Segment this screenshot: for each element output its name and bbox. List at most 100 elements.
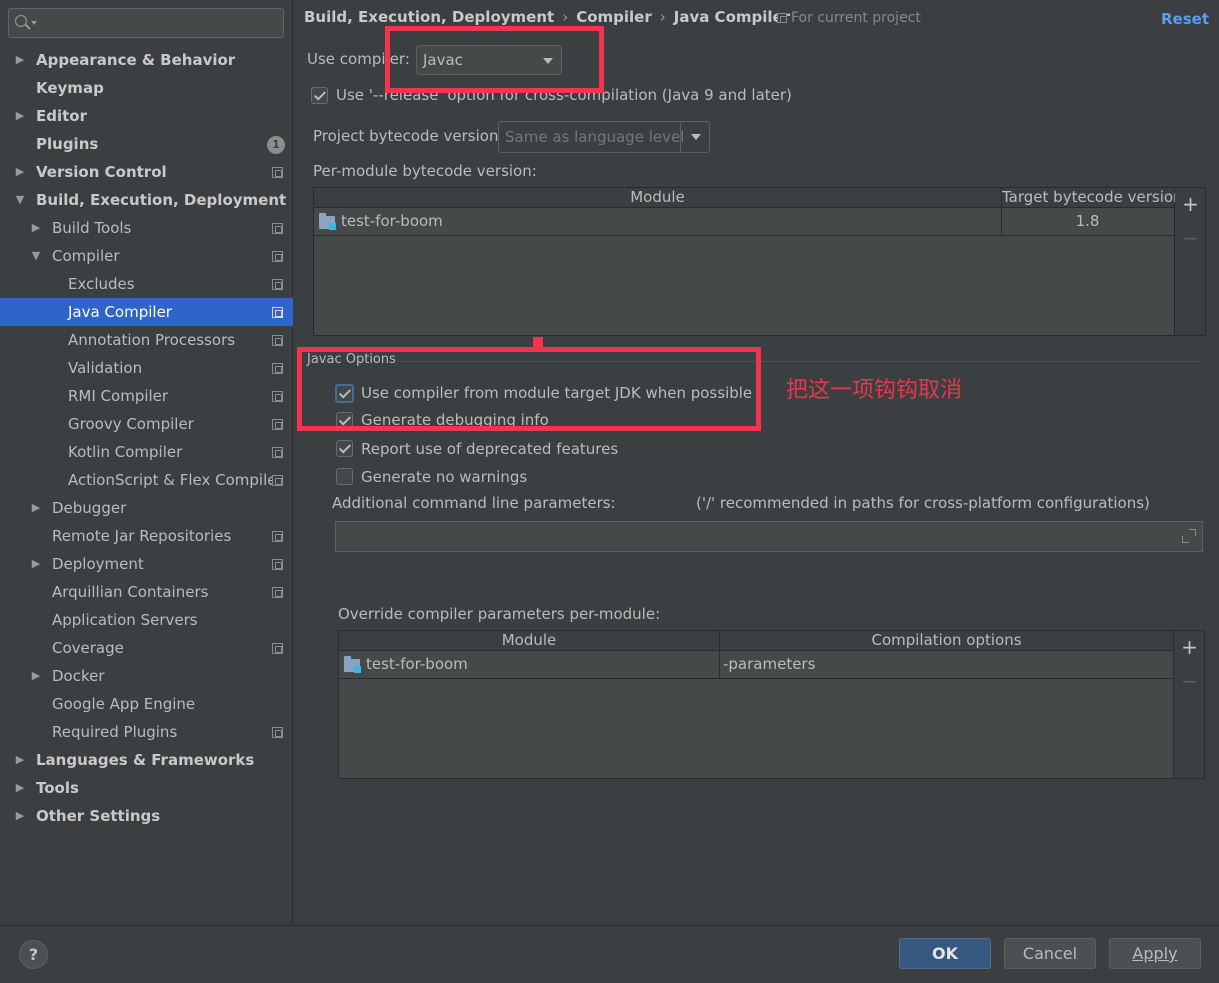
no-warnings-checkbox[interactable] (336, 468, 353, 485)
annotation-note: 把这一项钩钩取消 (786, 378, 963, 403)
expand-arrow-icon[interactable]: ▶ (14, 158, 26, 186)
sidebar-item-languages-frameworks[interactable]: ▶ Languages & Frameworks (0, 746, 293, 774)
add-module-button[interactable]: + (1175, 192, 1206, 216)
use-module-target-jdk-checkbox[interactable] (335, 384, 354, 403)
collapse-arrow-icon[interactable]: ▼ (30, 242, 42, 270)
breadcrumb-item: Build, Execution, Deployment (304, 8, 555, 26)
cancel-button[interactable]: Cancel (1004, 938, 1096, 969)
column-header-target-bytecode[interactable]: Target bytecode version (1001, 188, 1183, 208)
override-params-label: Override compiler parameters per-module: (338, 605, 661, 623)
sidebar-item-google-app-engine[interactable]: Google App Engine (0, 690, 293, 718)
add-override-button[interactable]: + (1174, 635, 1205, 659)
collapse-arrow-icon[interactable]: ▼ (14, 186, 26, 214)
sidebar-item-kotlin-compiler[interactable]: Kotlin Compiler (0, 438, 293, 466)
sidebar-item-editor[interactable]: ▶ Editor (0, 102, 293, 130)
bytecode-version-label: Project bytecode version: (313, 127, 504, 145)
settings-sidebar: ▶ Appearance & Behavior Keymap ▶ Editor … (0, 0, 293, 925)
sidebar-item-keymap[interactable]: Keymap (0, 74, 293, 102)
expand-arrow-icon[interactable]: ▶ (30, 494, 42, 522)
chevron-down-icon (691, 134, 701, 140)
project-scope-icon (272, 559, 283, 570)
annotation-connector (533, 337, 543, 351)
sidebar-item-other-settings[interactable]: ▶ Other Settings (0, 802, 293, 830)
breadcrumb-item: Compiler (576, 8, 652, 26)
breadcrumb-item: Java Compiler (673, 8, 791, 26)
release-option-checkbox[interactable] (311, 87, 328, 104)
expand-icon[interactable] (1182, 529, 1196, 543)
bytecode-version-value: Same as language level (505, 128, 685, 146)
sidebar-item-actionscript-flex-compiler[interactable]: ActionScript & Flex Compiler (0, 466, 293, 494)
compiler-select[interactable]: Javac (416, 45, 562, 75)
sidebar-item-build-tools[interactable]: ▶ Build Tools (0, 214, 293, 242)
expand-arrow-icon[interactable]: ▶ (30, 214, 42, 242)
column-header-module[interactable]: Module (339, 631, 719, 651)
expand-arrow-icon[interactable]: ▶ (14, 802, 26, 830)
sidebar-item-java-compiler[interactable]: Java Compiler (0, 298, 293, 326)
expand-arrow-icon[interactable]: ▶ (14, 774, 26, 802)
bytecode-version-select[interactable]: Same as language level (498, 121, 710, 153)
module-folder-icon (319, 213, 336, 230)
updates-count-badge: 1 (267, 136, 285, 154)
sidebar-item-arquillian-containers[interactable]: Arquillian Containers (0, 578, 293, 606)
sidebar-item-remote-jar-repositories[interactable]: Remote Jar Repositories (0, 522, 293, 550)
sidebar-item-application-servers[interactable]: Application Servers (0, 606, 293, 634)
settings-search-input[interactable] (8, 8, 284, 38)
override-table-toolbar: + − (1174, 630, 1205, 779)
help-button[interactable]: ? (19, 940, 48, 969)
expand-arrow-icon[interactable]: ▶ (14, 46, 26, 74)
remove-module-button[interactable]: − (1175, 226, 1206, 250)
project-scope-icon (272, 167, 283, 178)
column-header-module[interactable]: Module (314, 188, 1001, 208)
expand-arrow-icon[interactable]: ▶ (30, 662, 42, 690)
expand-arrow-icon[interactable]: ▶ (30, 550, 42, 578)
release-option-label: Use '--release' option for cross-compila… (336, 86, 792, 104)
sidebar-item-excludes[interactable]: Excludes (0, 270, 293, 298)
remove-override-button[interactable]: − (1174, 669, 1205, 693)
project-scope-icon (272, 335, 283, 346)
search-icon (15, 15, 37, 27)
compilation-options-value[interactable]: -parameters (723, 651, 815, 678)
breadcrumb: Build, Execution, Deployment › Compiler › Ja… (304, 6, 790, 28)
apply-button[interactable]: Apply (1109, 938, 1201, 969)
ok-button[interactable]: OK (899, 938, 991, 969)
additional-params-hint: ('/' recommended in paths for cross-plat… (696, 494, 1150, 512)
report-deprecated-label: Report use of deprecated features (361, 440, 619, 458)
generate-debugging-info-checkbox[interactable] (336, 412, 353, 429)
scope-indicator: For current project (777, 10, 921, 26)
target-bytecode-value[interactable]: 1.8 (1001, 208, 1174, 235)
use-module-target-jdk-label: Use compiler from module target JDK when… (361, 384, 753, 402)
sidebar-item-rmi-compiler[interactable]: RMI Compiler (0, 382, 293, 410)
project-scope-icon (272, 727, 283, 738)
project-scope-icon (272, 531, 283, 542)
sidebar-item-plugins[interactable]: Plugins 1 (0, 130, 293, 158)
sidebar-item-debugger[interactable]: ▶ Debugger (0, 494, 293, 522)
project-scope-icon (272, 447, 283, 458)
sidebar-item-compiler[interactable]: ▼ Compiler (0, 242, 293, 270)
project-scope-icon (272, 391, 283, 402)
project-scope-icon (272, 307, 283, 318)
project-scope-icon (272, 279, 283, 290)
expand-arrow-icon[interactable]: ▶ (14, 102, 26, 130)
sidebar-item-validation[interactable]: Validation (0, 354, 293, 382)
sidebar-item-appearance-behavior[interactable]: ▶ Appearance & Behavior (0, 46, 293, 74)
per-module-bytecode-table: Module Target bytecode version test-for-… (313, 187, 1183, 336)
sidebar-item-docker[interactable]: ▶ Docker (0, 662, 293, 690)
additional-params-input[interactable] (335, 521, 1203, 552)
sidebar-item-coverage[interactable]: Coverage (0, 634, 293, 662)
additional-params-label: Additional command line parameters: (332, 494, 616, 512)
reset-link[interactable]: Reset (1161, 10, 1209, 28)
report-deprecated-checkbox[interactable] (336, 440, 353, 457)
java-compiler-settings-panel: Build, Execution, Deployment › Compiler › Ja… (294, 0, 1219, 925)
sidebar-item-groovy-compiler[interactable]: Groovy Compiler (0, 410, 293, 438)
sidebar-item-required-plugins[interactable]: Required Plugins (0, 718, 293, 746)
expand-arrow-icon[interactable]: ▶ (14, 746, 26, 774)
javac-options-title: Javac Options (307, 352, 396, 367)
sidebar-item-build-execution-deployment[interactable]: ▼ Build, Execution, Deployment (0, 186, 293, 214)
column-header-compilation-options[interactable]: Compilation options (719, 631, 1173, 651)
sidebar-item-version-control[interactable]: ▶ Version Control (0, 158, 293, 186)
breadcrumb-separator: › (562, 8, 569, 26)
sidebar-item-tools[interactable]: ▶ Tools (0, 774, 293, 802)
sidebar-item-deployment[interactable]: ▶ Deployment (0, 550, 293, 578)
sidebar-item-annotation-processors[interactable]: Annotation Processors (0, 326, 293, 354)
project-scope-icon (272, 419, 283, 430)
